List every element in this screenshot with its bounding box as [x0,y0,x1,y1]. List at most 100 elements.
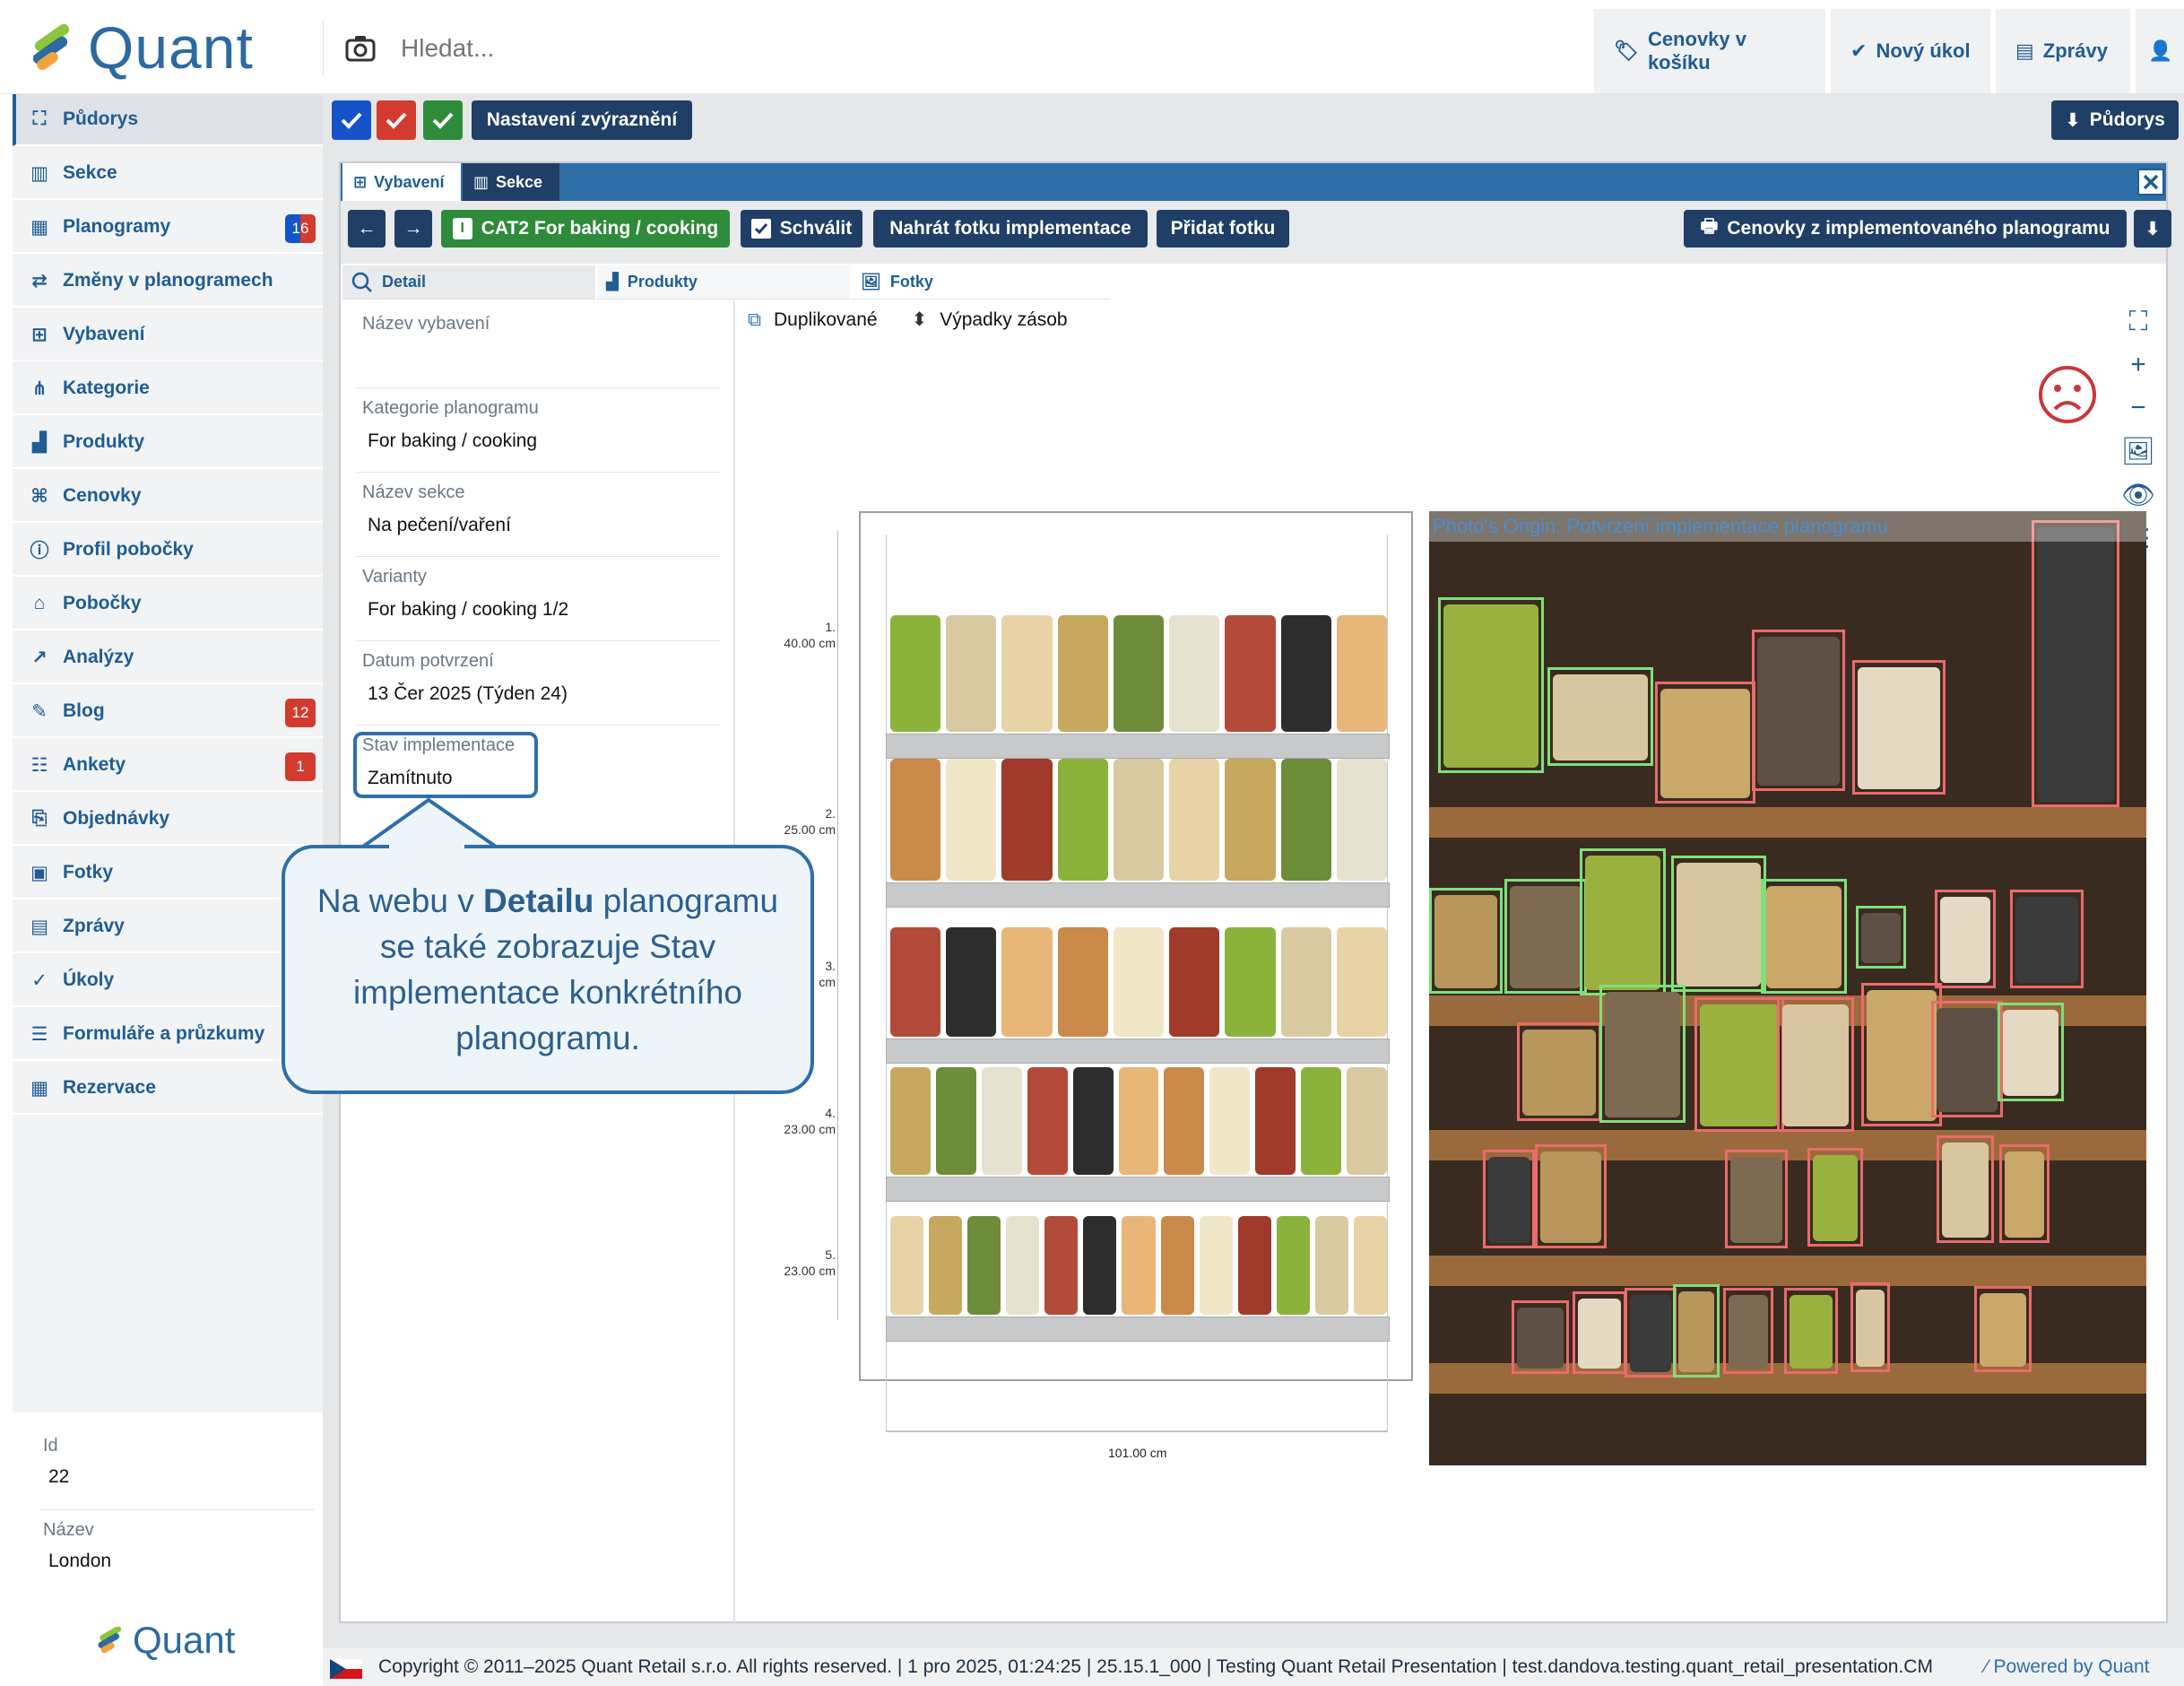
product-facing[interactable] [1225,927,1276,1037]
product-facing[interactable] [1255,1067,1296,1175]
product-facing[interactable] [1225,615,1276,732]
cart-price-tags-button[interactable]: 🏷 Cenovky v košíku [1594,9,1825,93]
highlight-green-checkbox[interactable] [423,100,463,140]
product-facing[interactable] [1169,615,1220,732]
camera-icon[interactable] [345,35,376,62]
sidebar-item-edit[interactable]: ✎ Blog 12 [13,686,323,738]
sidebar-item-photo[interactable]: ▣ Fotky [13,847,323,899]
mismatch-detection-box[interactable] [1512,1300,1569,1374]
product-facing[interactable] [1113,927,1165,1037]
product-facing[interactable] [1336,927,1387,1037]
mismatch-detection-box[interactable] [1535,1144,1607,1248]
product-facing[interactable] [1169,927,1220,1037]
product-facing[interactable] [890,927,941,1037]
product-facing[interactable] [1001,759,1053,881]
product-facing[interactable] [1280,615,1331,732]
search-input[interactable] [401,34,1028,63]
mismatch-detection-box[interactable] [1483,1150,1535,1248]
product-facing[interactable] [946,759,997,881]
mismatch-detection-box[interactable] [1807,1148,1863,1247]
mismatch-detection-box[interactable] [1625,1288,1677,1377]
sidebar-item-survey[interactable]: ☷ Ankety 1 [13,740,323,792]
mismatch-detection-box[interactable] [1931,1001,2003,1117]
product-facing[interactable] [1314,1216,1348,1315]
match-detection-box[interactable] [1580,848,1666,995]
new-task-button[interactable]: ✔ Nový úkol [1831,9,1990,93]
match-detection-box[interactable] [1438,597,1544,773]
match-detection-box[interactable] [1671,856,1766,992]
highlight-red-checkbox[interactable] [377,100,416,140]
product-facing[interactable] [890,1216,924,1315]
mismatch-detection-box[interactable] [1723,1288,1773,1374]
product-facing[interactable] [929,1216,963,1315]
mismatch-detection-box[interactable] [1725,1150,1788,1248]
download-button[interactable]: ⬇ [2134,210,2171,248]
highlight-blue-checkbox[interactable] [332,100,371,140]
match-detection-box[interactable] [1429,888,1503,994]
tab-equipment[interactable]: ⊞ Vybavení [342,163,461,201]
mismatch-detection-box[interactable] [1777,997,1854,1132]
czech-flag-icon[interactable] [330,1659,362,1679]
sidebar-item-floorplan[interactable]: ⛶ Půdorys [13,94,323,146]
mismatch-detection-box[interactable] [1935,890,1996,988]
sidebar-item-planogram[interactable]: ▦ Planogramy 16 [13,202,323,254]
mismatch-detection-box[interactable] [1999,1144,2050,1243]
sidebar-item-info[interactable]: ⓘ Profil pobočky [13,525,323,577]
mismatch-detection-box[interactable] [1852,660,1946,795]
product-facing[interactable] [1057,759,1108,881]
mismatch-detection-box[interactable] [1861,983,1942,1126]
powered-by[interactable]: ⁄ Powered by Quant [1985,1656,2149,1678]
product-facing[interactable] [1336,759,1387,881]
product-facing[interactable] [1301,1067,1342,1175]
product-facing[interactable] [1347,1067,1387,1175]
mismatch-detection-box[interactable] [2010,890,2084,988]
product-facing[interactable] [1169,759,1220,881]
product-facing[interactable] [890,615,941,732]
product-facing[interactable] [1225,759,1276,881]
match-detection-box[interactable] [1599,985,1686,1123]
product-facing[interactable] [1164,1067,1205,1175]
sidebar-item-messages[interactable]: ▤ Zprávy [13,901,323,953]
mismatch-detection-box[interactable] [1937,1135,1994,1243]
product-facing[interactable] [1044,1216,1079,1315]
product-facing[interactable] [981,1067,1022,1175]
messages-button[interactable]: ▤ Zprávy [1996,9,2130,93]
match-detection-box[interactable] [1504,879,1587,994]
product-facing[interactable] [1237,1216,1271,1315]
product-facing[interactable] [1199,1216,1233,1315]
floorplan-download-button[interactable]: ⬇ Půdorys [2051,100,2179,140]
product-facing[interactable] [1006,1216,1040,1315]
product-facing[interactable] [1280,759,1331,881]
upload-implementation-photo-button[interactable]: Nahrát fotku implementace [873,210,1148,248]
zoom-in-icon[interactable]: + [2130,350,2146,380]
mismatch-detection-box[interactable] [2032,520,2119,807]
sidebar-item-products[interactable]: ▟ Produkty [13,417,323,469]
product-facing[interactable] [1001,615,1053,732]
product-facing[interactable] [1122,1216,1156,1315]
sidebar-item-form[interactable]: ☰ Formuláře a průzkumy [13,1009,323,1061]
sidebar-item-sections[interactable]: ▥ Sekce [13,148,323,200]
product-facing[interactable] [1001,927,1053,1037]
fit-screen-icon[interactable]: ⛶ [2129,307,2148,337]
sidebar-item-category[interactable]: ⋔ Kategorie [13,363,323,415]
product-facing[interactable] [1113,615,1165,732]
product-facing[interactable] [1276,1216,1310,1315]
product-facing[interactable] [890,759,941,881]
mismatch-detection-box[interactable] [1573,1291,1626,1374]
mismatch-detection-box[interactable] [1850,1282,1890,1372]
approve-button[interactable]: Schválit [741,210,862,248]
match-detection-box[interactable] [1761,879,1847,994]
product-facing[interactable] [1113,759,1165,881]
mismatch-detection-box[interactable] [1694,997,1784,1132]
sidebar-item-check-circle[interactable]: ✓ Úkoly [13,955,323,1007]
sidebar-item-orders[interactable]: ⎘ Objednávky [13,794,323,846]
product-facing[interactable] [1209,1067,1251,1175]
zoom-out-icon[interactable]: − [2130,393,2146,423]
sidebar-item-home[interactable]: ⌂ Pobočky [13,578,323,630]
product-facing[interactable] [1057,927,1108,1037]
implementation-photo[interactable]: Photo's Origin: Potvrzení implementace p… [1429,511,2146,1465]
sidebar-item-price-tag[interactable]: ⌘ Cenovky [13,471,323,523]
mismatch-detection-box[interactable] [1974,1286,2032,1372]
product-facing[interactable] [967,1216,1001,1315]
mismatch-detection-box[interactable] [1655,682,1755,804]
